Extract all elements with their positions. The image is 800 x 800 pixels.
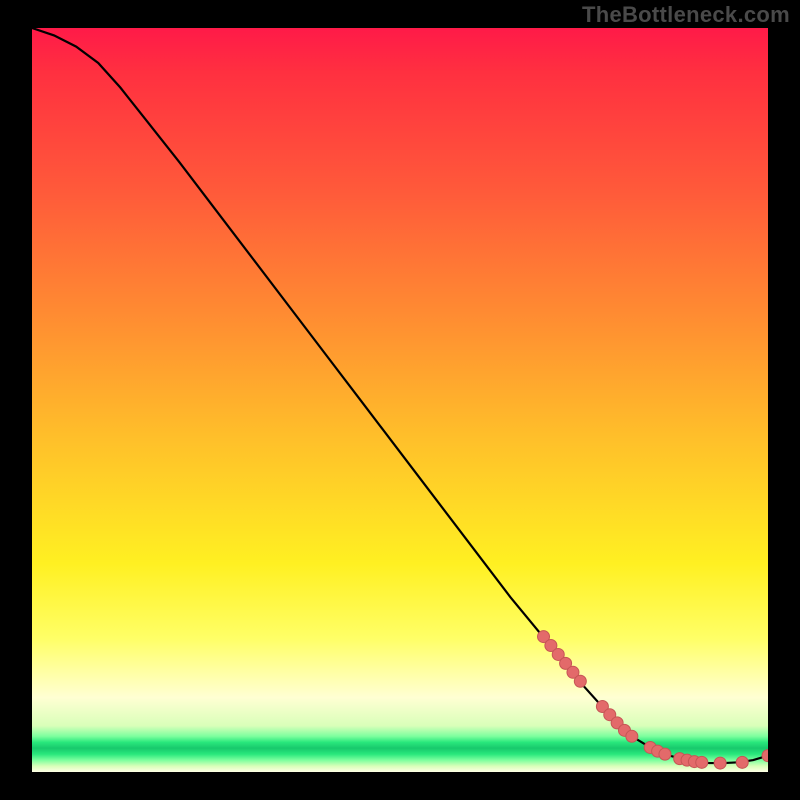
data-marker: [714, 757, 726, 769]
data-marker: [626, 730, 638, 742]
watermark-text: TheBottleneck.com: [582, 2, 790, 28]
marker-layer: [538, 631, 768, 769]
data-marker: [736, 756, 748, 768]
plot-area: [32, 28, 768, 772]
chart-frame: TheBottleneck.com: [0, 0, 800, 800]
data-marker: [696, 756, 708, 768]
chart-svg: [32, 28, 768, 772]
data-marker: [659, 748, 671, 760]
data-marker: [762, 750, 768, 762]
curve-line: [32, 28, 768, 763]
data-marker: [574, 675, 586, 687]
